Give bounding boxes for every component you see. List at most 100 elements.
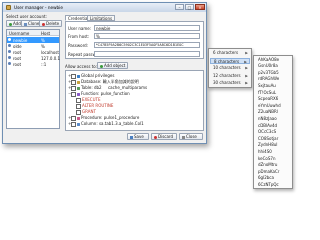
password-suggestion-item[interactable]: ScpeaRX6 [254, 96, 292, 103]
password-suggestion-item[interactable]: keCoS7n [254, 156, 292, 163]
password-suggestion-item[interactable]: GsnU0r8a [254, 63, 292, 70]
delete-icon [42, 22, 45, 26]
tree-item-label: Global privileges [81, 73, 115, 78]
col-username[interactable]: Username [9, 31, 29, 36]
user-list-row[interactable]: root::1 [7, 61, 59, 67]
discard-button[interactable]: Discard [151, 133, 177, 140]
password-suggestion-item[interactable]: nN8zJaao [254, 116, 292, 123]
user-icon [8, 56, 11, 59]
db-icon [77, 80, 80, 84]
maximize-button[interactable]: □ [185, 4, 194, 10]
user-host: localhost [41, 49, 59, 55]
password-suggestion-item[interactable]: hhi4S0 [254, 149, 292, 156]
user-name: olde [13, 43, 22, 49]
add-icon [9, 22, 12, 26]
user-name: root [13, 61, 22, 67]
tree-item[interactable]: + Table: db2 cache_multiparams [68, 85, 147, 91]
password-suggestion-item[interactable]: ZydnH8uI [254, 142, 292, 149]
close-button[interactable]: Close [179, 133, 203, 140]
tree-item-label: Table: db2 cache_multiparams [81, 85, 148, 90]
password-length-item[interactable]: 6 characters ▶ [210, 50, 250, 57]
host-field[interactable]: % [94, 33, 200, 39]
privilege-checkbox[interactable] [71, 115, 76, 121]
tree-item[interactable]: + Procedure: pulse1_procedure [68, 115, 139, 121]
password-suggestion-item[interactable]: eYmUuwhd [254, 103, 292, 110]
password-suggestion-item[interactable]: cDBlAv4d [254, 123, 292, 130]
privilege-checkbox[interactable] [76, 109, 81, 115]
host-label: From host: [68, 34, 90, 39]
close-window-button[interactable]: × [195, 4, 205, 10]
password-field[interactable]: *C47B5F9A2B6C5902C3C1E03F5A0F5A8C6D1B1E0… [94, 42, 200, 48]
privilege-checkbox[interactable] [76, 97, 81, 103]
tree-item[interactable]: + Database: 輸入半角加減的說明 [68, 79, 139, 85]
user-list-row[interactable]: olde% [7, 43, 59, 49]
password-suggestion-item[interactable]: fT!OcSuL [254, 90, 292, 97]
user-list[interactable]: Username Host newbie% olde% root localhost r… [6, 29, 60, 129]
repeat-password-field[interactable] [94, 51, 200, 57]
password-length-item[interactable]: 10 characters ▶ [210, 65, 250, 72]
user-icon [8, 38, 11, 41]
password-suggestion-item[interactable]: 6CzNTpQc [254, 182, 292, 189]
user-name: root [13, 49, 22, 55]
password-suggestion-item[interactable]: OCcC3cS [254, 129, 292, 136]
username-field[interactable]: newbie [94, 25, 200, 31]
privilege-checkbox[interactable] [71, 73, 76, 79]
password-length-label: 8 characters [214, 58, 240, 64]
privilege-checkbox[interactable] [71, 85, 76, 91]
submenu-arrow-icon: ▶ [245, 73, 248, 78]
privilege-checkbox[interactable] [71, 121, 76, 127]
privilege-checkbox[interactable] [76, 103, 81, 109]
tree-item-label: GRANT [82, 109, 96, 114]
user-icon [8, 50, 11, 53]
tree-item[interactable]: + Column: sa.tab1.3.a_table.Col1 [68, 121, 144, 127]
password-suggestion-item[interactable]: 6gl2bca [254, 175, 292, 182]
password-length-item[interactable]: 12 characters ▶ [210, 73, 250, 80]
tree-item[interactable]: GRANT [76, 109, 96, 115]
password-suggestion-item[interactable]: AhKaAO8e [254, 57, 292, 64]
privilege-checkbox[interactable] [71, 91, 76, 97]
tree-item-label: Column: sa.tab1.3.a_table.Col1 [81, 121, 144, 126]
password-length-menu: 6 characters ▶ 8 characters ▶ 10 characters ▶… [208, 48, 252, 88]
close-icon [182, 135, 185, 139]
col-icon [77, 122, 80, 126]
password-label: Password: [68, 43, 89, 48]
privilege-checkbox[interactable] [71, 79, 76, 85]
tree-item-label: Function: pulse_function [81, 91, 130, 96]
save-button[interactable]: Save [127, 133, 149, 140]
password-suggestion-item[interactable]: SxjtauAu [254, 83, 292, 90]
window-title: User manager - newbie [14, 5, 63, 10]
password-suggestion-item[interactable]: CO8Sotjar [254, 136, 292, 143]
privileges-tree[interactable]: + Global privileges + Database: 輸入半角加減的說明 + T… [65, 70, 204, 131]
add-object-button[interactable]: Add object [97, 62, 129, 69]
password-suggestion-item[interactable]: Z2uaNBRl [254, 109, 292, 116]
password-length-label: 30 characters [213, 80, 241, 86]
tree-item[interactable]: ALTER ROUTINE [76, 103, 113, 109]
tree-item-label: Procedure: pulse1_procedure [81, 115, 140, 120]
submenu-arrow-icon: ▶ [245, 81, 248, 86]
col-host[interactable]: Host [41, 31, 50, 36]
select-user-label: Select user account: [6, 14, 47, 19]
password-length-label: 12 characters [213, 72, 241, 78]
password-length-label: 10 characters [213, 65, 241, 71]
password-suggestion-item[interactable]: dZnoMtru [254, 162, 292, 169]
password-suggestion-item[interactable]: pDmaKaCr [254, 169, 292, 176]
user-list-row[interactable]: root 127.0.0.1 [7, 55, 60, 61]
password-suggestion-item[interactable]: rdRAGhWe [254, 76, 292, 83]
user-list-row[interactable]: root localhost [7, 49, 59, 55]
minimize-button[interactable]: – [175, 4, 184, 10]
submenu-arrow-icon: ▶ [245, 66, 248, 71]
delete-user-button[interactable]: Delete [39, 20, 63, 27]
tree-item[interactable]: EXECUTE [76, 97, 101, 103]
password-suggestions-menu: AhKaAO8e GsnU0r8a p2v3TGb5 rdRAGhWe SxjtauAu… [253, 55, 293, 189]
user-list-row[interactable]: newbie% [7, 37, 59, 43]
user-name: newbie [13, 37, 28, 43]
tree-item[interactable]: − Function: pulse_function [68, 91, 130, 97]
password-length-item[interactable]: 30 characters ▶ [210, 80, 250, 87]
user-icon [8, 44, 11, 47]
tree-item[interactable]: + Global privileges [68, 73, 114, 79]
password-suggestion-item[interactable]: p2v3TGb5 [254, 70, 292, 77]
password-length-item[interactable]: 8 characters ▶ [210, 57, 250, 65]
password-length-label: 6 characters [213, 50, 239, 55]
globe-icon [77, 74, 80, 78]
title-bar[interactable]: User manager - newbie – □ × [3, 3, 206, 12]
